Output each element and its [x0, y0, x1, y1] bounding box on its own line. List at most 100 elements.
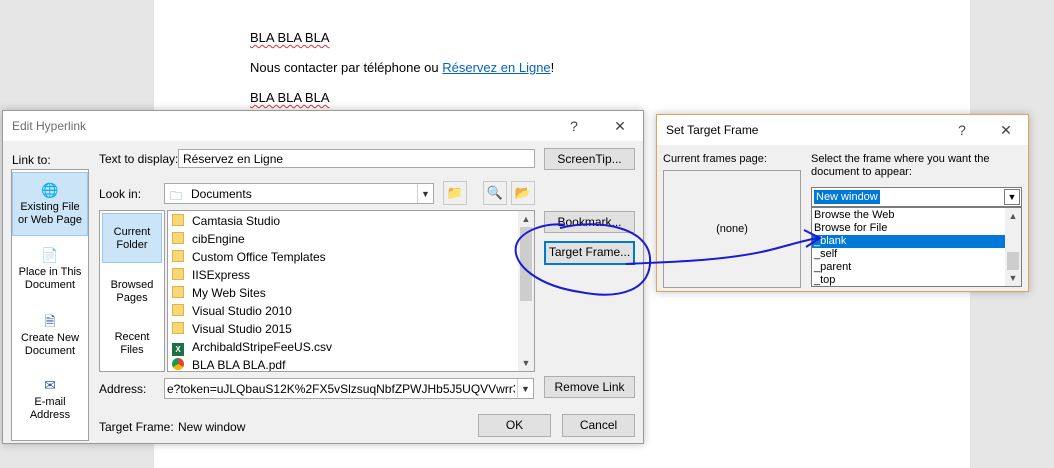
file-name: Custom Office Templates — [192, 250, 326, 264]
list-item[interactable]: My Web Sites — [172, 284, 266, 302]
doc-line-2-text: Nous contacter par téléphone ou — [250, 60, 443, 75]
documents-folder-icon: 🗀 — [170, 189, 183, 203]
link-to-item-label: or Web Page — [17, 214, 82, 226]
folder-icon — [172, 286, 184, 298]
cancel-button[interactable]: Cancel — [562, 414, 635, 437]
current-frames-label: Current frames page: — [663, 153, 767, 165]
folder-icon — [172, 250, 184, 262]
nav-recent-files[interactable]: Recent Files — [102, 331, 162, 357]
scroll-down-icon[interactable]: ▼ — [1005, 270, 1021, 286]
edit-hyperlink-dialog: Edit Hyperlink ? ✕ Link to: 🌐 Existing F… — [2, 110, 644, 444]
nav-item-label: Current — [113, 226, 151, 238]
link-to-item-label: E-mail — [34, 396, 66, 408]
up-folder-icon: 📁 — [446, 185, 464, 200]
doc-line-3: BLA BLA BLA — [250, 90, 330, 105]
file-name: cibEngine — [192, 232, 245, 246]
link-to-panel: 🌐 Existing File or Web Page 📄 Place in T… — [11, 169, 89, 441]
file-list-scrollbar[interactable]: ▲ ▼ — [518, 211, 534, 371]
frame-select[interactable]: New window ▼ — [811, 187, 1022, 207]
nav-item-label: Folder — [116, 239, 148, 251]
list-item[interactable]: cibEngine — [172, 230, 245, 248]
frame-option[interactable]: Browse for File — [812, 222, 1005, 235]
scroll-up-icon[interactable]: ▲ — [518, 211, 534, 227]
dialog-titlebar: Edit Hyperlink ? ✕ — [3, 111, 643, 141]
list-item[interactable]: BLA BLA BLA.pdf — [172, 356, 286, 372]
select-frame-label-line2: document to appear: — [811, 166, 912, 178]
list-item[interactable]: X ArchibaldStripeFeeUS.csv — [172, 338, 332, 356]
frame-option[interactable]: _self — [812, 248, 1005, 261]
link-to-item-label: Address — [29, 409, 71, 421]
link-to-item-label: Existing File — [20, 201, 80, 213]
link-to-label: Link to: — [12, 153, 51, 167]
screentip-button[interactable]: ScreenTip... — [544, 148, 635, 170]
link-to-item-label: Place in This — [18, 266, 82, 278]
frame-option[interactable]: Browse the Web — [812, 209, 1005, 222]
close-button[interactable]: ✕ — [609, 115, 631, 137]
address-input[interactable]: e?token=uJLQbauS12K%2FX5vSlzsuqNbfZPWJHb… — [164, 378, 534, 399]
link-to-item-label: Create New — [20, 332, 80, 344]
nav-browsed-pages[interactable]: Browsed Pages — [102, 279, 162, 305]
help-button[interactable]: ? — [563, 115, 585, 137]
nav-item-label: Recent — [114, 331, 150, 343]
file-name: BLA BLA BLA.pdf — [192, 358, 286, 372]
file-name: Camtasia Studio — [192, 214, 281, 228]
address-label: Address: — [99, 382, 147, 396]
set-target-frame-dialog: Set Target Frame ? ✕ Current frames page… — [656, 114, 1029, 292]
current-frames-preview: (none) — [663, 170, 801, 288]
frame-list-scrollbar[interactable]: ▲ ▼ — [1005, 208, 1021, 286]
remove-link-button[interactable]: Remove Link — [544, 376, 635, 398]
frame-options-list[interactable]: Browse the Web Browse for File _blank _s… — [811, 207, 1022, 287]
folder-icon — [172, 268, 184, 280]
close-button[interactable]: ✕ — [995, 119, 1017, 141]
doc-hyperlink[interactable]: Réservez en Ligne — [442, 60, 550, 75]
link-to-item-label: Document — [24, 279, 76, 291]
scrollbar-thumb[interactable] — [520, 227, 532, 301]
doc-line-1: BLA BLA BLA — [250, 30, 330, 45]
link-to-email[interactable]: ✉ E-mail Address — [12, 376, 88, 422]
scroll-down-icon[interactable]: ▼ — [518, 355, 534, 371]
text-to-display-label: Text to display: — [99, 152, 179, 166]
link-to-create-new[interactable]: 🗎 Create New Document — [12, 312, 88, 358]
list-item[interactable]: Camtasia Studio — [172, 212, 280, 230]
frame-option-highlighted[interactable]: _blank — [812, 235, 1005, 248]
email-icon: ✉ — [44, 377, 56, 393]
nav-item-label: Pages — [116, 292, 148, 304]
frame-select-value: New window — [814, 190, 880, 204]
dialog-title: Set Target Frame — [666, 123, 759, 137]
link-to-existing-file[interactable]: 🌐 Existing File or Web Page — [12, 172, 88, 236]
list-item[interactable]: Visual Studio 2015 — [172, 320, 292, 338]
file-list[interactable]: Camtasia Studio cibEngine Custom Office … — [167, 210, 535, 372]
scroll-up-icon[interactable]: ▲ — [1005, 208, 1021, 224]
link-to-place-in-document[interactable]: 📄 Place in This Document — [12, 246, 88, 292]
file-name: My Web Sites — [192, 286, 266, 300]
nav-panel: Current Folder Browsed Pages Recent File… — [99, 210, 165, 372]
browse-web-icon: 🔍 — [486, 185, 504, 200]
frame-option[interactable]: _parent — [812, 261, 1005, 274]
list-item[interactable]: Visual Studio 2010 — [172, 302, 292, 320]
list-item[interactable]: Custom Office Templates — [172, 248, 326, 266]
scrollbar-thumb[interactable] — [1007, 252, 1019, 270]
frame-option[interactable]: _top — [812, 274, 1005, 286]
list-item[interactable]: IISExpress — [172, 266, 250, 284]
help-button[interactable]: ? — [951, 119, 973, 141]
look-in-select[interactable]: 🗀 Documents ▼ — [164, 183, 434, 204]
target-frame-label: Target Frame: — [99, 420, 174, 434]
browse-file-button[interactable]: 📂 — [511, 181, 535, 205]
file-name: Visual Studio 2015 — [192, 322, 292, 336]
look-in-value: Documents — [191, 187, 252, 201]
target-frame-button[interactable]: Target Frame... — [544, 241, 635, 265]
file-name: Visual Studio 2010 — [192, 304, 292, 318]
web-page-icon: 🌐 — [41, 182, 59, 198]
bookmark-document-icon: 📄 — [41, 247, 59, 263]
text-to-display-input[interactable]: Réservez en Ligne — [178, 149, 535, 168]
chevron-down-icon[interactable]: ▼ — [1004, 189, 1020, 205]
dialog-title: Edit Hyperlink — [12, 119, 87, 133]
ok-button[interactable]: OK — [478, 414, 551, 437]
select-frame-label-line1: Select the frame where you want the — [811, 153, 990, 165]
link-to-item-label: Document — [24, 345, 76, 357]
bookmark-button[interactable]: Bookmark... — [544, 211, 635, 233]
browse-web-button[interactable]: 🔍 — [483, 181, 507, 205]
nav-current-folder[interactable]: Current Folder — [102, 213, 162, 263]
up-folder-button[interactable]: 📁 — [443, 181, 467, 205]
doc-line-1-text: BLA BLA BLA — [250, 30, 330, 45]
